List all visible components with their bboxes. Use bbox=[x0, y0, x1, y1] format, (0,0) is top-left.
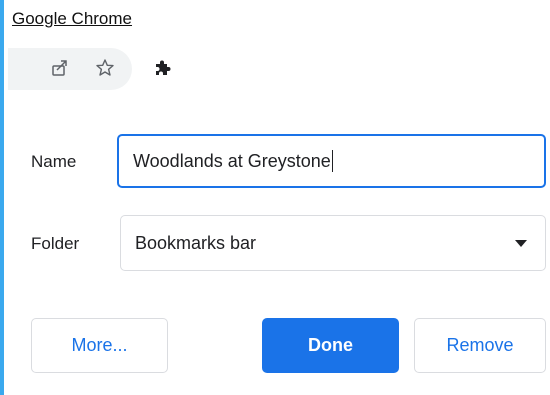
more-button[interactable]: More... bbox=[31, 318, 168, 373]
share-icon[interactable] bbox=[49, 57, 71, 79]
done-button[interactable]: Done bbox=[262, 318, 399, 373]
folder-dropdown-value: Bookmarks bar bbox=[135, 232, 257, 253]
bookmark-name-input[interactable]: Woodlands at Greystone bbox=[117, 134, 546, 188]
text-cursor bbox=[331, 150, 333, 172]
bookmark-name-value: Woodlands at Greystone bbox=[133, 150, 331, 171]
name-label: Name bbox=[31, 152, 77, 171]
remove-button[interactable]: Remove bbox=[414, 318, 546, 373]
chevron-down-icon bbox=[515, 239, 527, 247]
window-caption: Google Chrome bbox=[12, 9, 133, 28]
extensions-icon[interactable] bbox=[151, 57, 173, 79]
bookmark-star-icon[interactable] bbox=[94, 57, 116, 79]
folder-dropdown[interactable]: Bookmarks bar bbox=[120, 215, 546, 271]
folder-label: Folder bbox=[31, 234, 80, 253]
